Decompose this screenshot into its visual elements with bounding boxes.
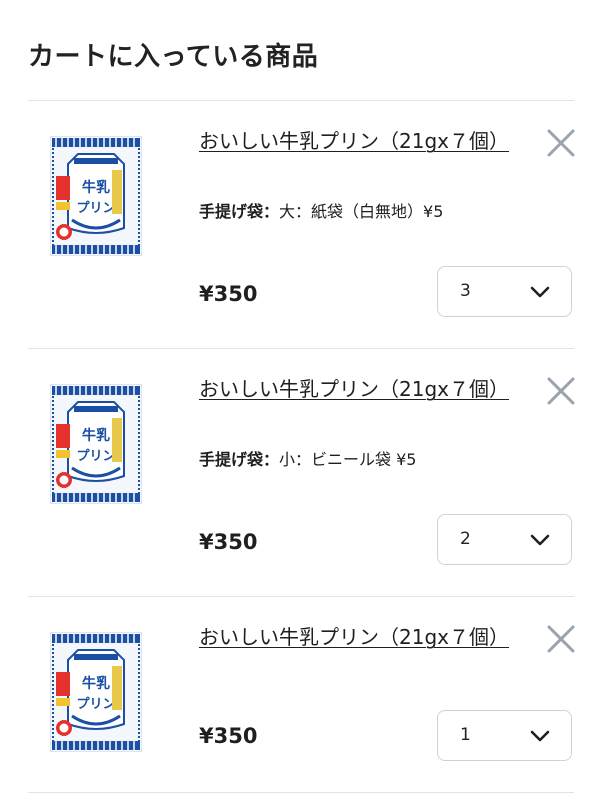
page-title: カートに入っている商品 (28, 42, 319, 72)
quantity-value: 3 (460, 281, 471, 301)
item-price: ¥350 (199, 724, 258, 748)
close-icon[interactable] (546, 624, 576, 654)
close-icon[interactable] (546, 376, 576, 406)
product-image[interactable] (50, 384, 142, 504)
product-option: 手提げ袋：小：ビニール袋 ¥5 (199, 448, 416, 472)
divider (28, 792, 574, 793)
option-value: 大：紙袋（白無地）¥5 (279, 202, 444, 221)
cart-item: おいしい牛乳プリン（21gx７個） 手提げ袋：小：ビニール袋 ¥5 ¥350 2 (0, 348, 605, 596)
product-option: 手提げ袋：大：紙袋（白無地）¥5 (199, 200, 443, 224)
quantity-select[interactable]: 2 (437, 514, 572, 565)
cart-item: おいしい牛乳プリン（21gx７個） ¥350 1 (0, 596, 605, 792)
close-icon[interactable] (546, 128, 576, 158)
cart-page: カートに入っている商品 おいしい牛乳プリン（21gx７個） 手提げ袋：大：紙袋（… (0, 0, 605, 800)
product-name-link[interactable]: おいしい牛乳プリン（21gx７個） (199, 622, 509, 652)
product-name-link[interactable]: おいしい牛乳プリン（21gx７個） (199, 374, 509, 404)
chevron-down-icon (530, 730, 550, 742)
product-image[interactable] (50, 632, 142, 752)
option-value: 小：ビニール袋 ¥5 (279, 450, 417, 469)
chevron-down-icon (530, 534, 550, 546)
item-price: ¥350 (199, 530, 258, 554)
quantity-select[interactable]: 1 (437, 710, 572, 761)
quantity-value: 2 (460, 529, 471, 549)
item-price: ¥350 (199, 282, 258, 306)
cart-item: おいしい牛乳プリン（21gx７個） 手提げ袋：大：紙袋（白無地）¥5 ¥350 … (0, 100, 605, 348)
option-label: 手提げ袋： (199, 450, 280, 469)
chevron-down-icon (530, 286, 550, 298)
quantity-value: 1 (460, 725, 471, 745)
product-name-link[interactable]: おいしい牛乳プリン（21gx７個） (199, 126, 509, 156)
option-label: 手提げ袋： (199, 202, 280, 221)
quantity-select[interactable]: 3 (437, 266, 572, 317)
product-image[interactable] (50, 136, 142, 256)
